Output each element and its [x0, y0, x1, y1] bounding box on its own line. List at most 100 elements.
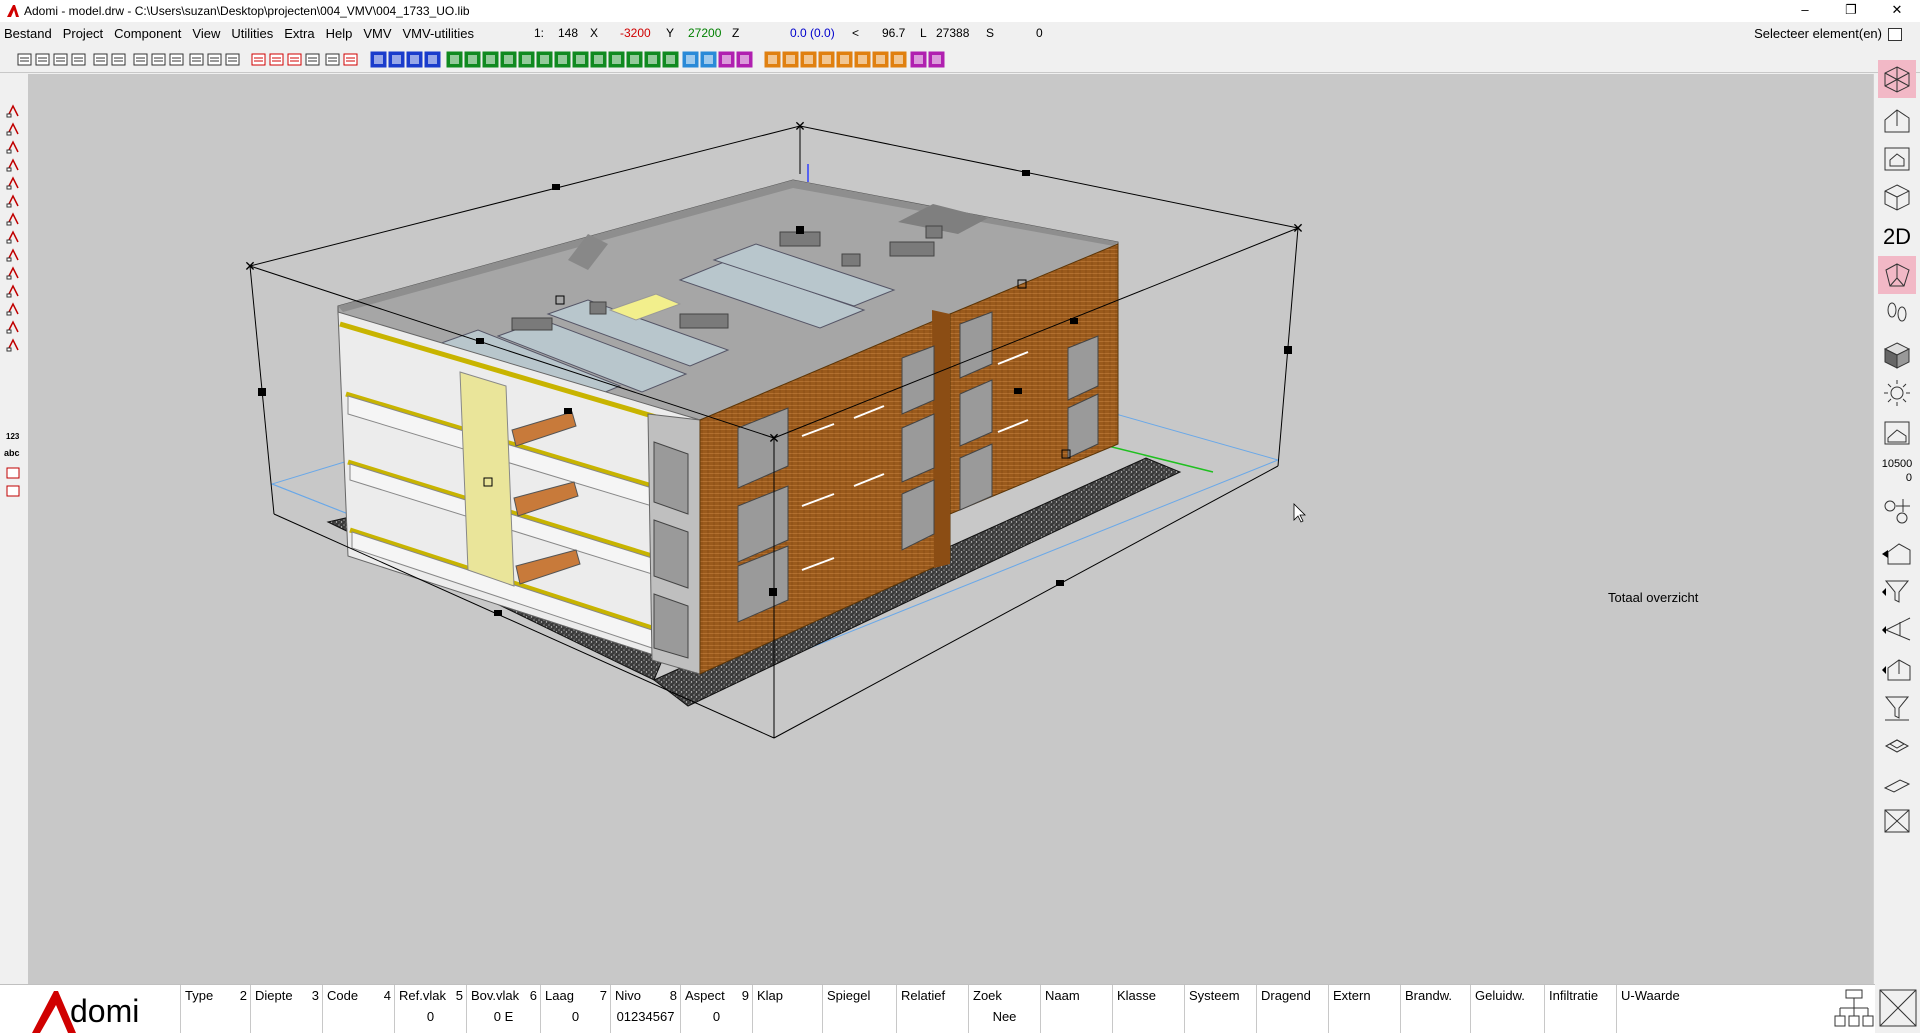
line-tool-icon[interactable] — [6, 122, 20, 136]
level-value[interactable]: 10500 — [1878, 458, 1916, 470]
cross2-tool-icon[interactable] — [890, 51, 907, 68]
status-field-naam[interactable]: Naam — [1040, 985, 1112, 1033]
rotate-icon[interactable] — [286, 51, 303, 68]
component-tool-icon[interactable] — [736, 51, 753, 68]
a-orange-tool-icon[interactable] — [800, 51, 817, 68]
angle-button[interactable] — [1878, 610, 1916, 648]
numbering-tool[interactable]: 123 — [6, 432, 19, 441]
m-tool-icon[interactable] — [370, 51, 387, 68]
slab-tool-icon[interactable] — [500, 51, 517, 68]
status-field-systeem[interactable]: Systeem — [1184, 985, 1256, 1033]
step-tool-icon[interactable] — [590, 51, 607, 68]
wireframe-toggle-icon[interactable] — [1878, 988, 1918, 1028]
view-perspective-button[interactable] — [1878, 256, 1916, 294]
rect-tool-icon[interactable] — [6, 194, 20, 208]
plane-button[interactable] — [1878, 764, 1916, 802]
a-tool-icon[interactable] — [424, 51, 441, 68]
h-tool-icon[interactable] — [662, 51, 679, 68]
house-view-button[interactable] — [1878, 650, 1916, 688]
hatch-tool-icon[interactable] — [718, 51, 735, 68]
text-tool[interactable]: abc — [4, 448, 20, 458]
kitchen-tool-icon[interactable] — [682, 51, 699, 68]
view-cube-axes-button[interactable] — [1878, 178, 1916, 216]
restore-button[interactable]: ❐ — [1828, 0, 1874, 22]
hatch-tool-icon[interactable] — [6, 284, 20, 298]
snap-icon[interactable] — [250, 51, 267, 68]
view-house-box-button[interactable] — [1878, 140, 1916, 178]
minimize-button[interactable]: – — [1782, 0, 1828, 22]
cross-view-button[interactable] — [1878, 802, 1916, 840]
walk-button[interactable] — [1878, 296, 1916, 334]
filter-button[interactable] — [1878, 572, 1916, 610]
menu-extra[interactable]: Extra — [284, 26, 314, 41]
menu-vmv-utilities[interactable]: VMV-utilities — [403, 26, 475, 41]
menu-utilities[interactable]: Utilities — [231, 26, 273, 41]
f-tool-icon[interactable] — [388, 51, 405, 68]
solid-view-button[interactable] — [1878, 336, 1916, 374]
grid-icon[interactable] — [324, 51, 341, 68]
dimension-tool-icon[interactable] — [6, 248, 20, 262]
status-field-infiltratie[interactable]: Infiltratie — [1544, 985, 1616, 1033]
menu-project[interactable]: Project — [63, 26, 103, 41]
blob-tool-icon[interactable] — [6, 320, 20, 334]
status-field-relatief[interactable]: Relatief — [896, 985, 968, 1033]
status-field-diepte[interactable]: Diepte 3 — [250, 985, 322, 1033]
status-field-type[interactable]: Type 2 — [180, 985, 250, 1033]
zoom-icon[interactable] — [268, 51, 285, 68]
sun-button[interactable] — [1878, 374, 1916, 412]
status-field-ref-vlak[interactable]: Ref.vlak 5 0 — [394, 985, 466, 1033]
frame-tool-icon[interactable] — [572, 51, 589, 68]
status-field-bov-vlak[interactable]: Bov.vlak 6 0 E — [466, 985, 540, 1033]
menu-vmv[interactable]: VMV — [363, 26, 391, 41]
cross-tool-icon[interactable] — [872, 51, 889, 68]
status-field-laag[interactable]: Laag 7 0 — [540, 985, 610, 1033]
open-file-icon[interactable] — [16, 51, 33, 68]
fill-tool-icon[interactable] — [6, 266, 20, 280]
roof-tool-icon[interactable] — [554, 51, 571, 68]
view-2d-button[interactable]: 2D — [1878, 218, 1916, 256]
view-house-button[interactable] — [1878, 102, 1916, 140]
status-field-dragend[interactable]: Dragend — [1256, 985, 1328, 1033]
curve-tool-icon[interactable] — [6, 212, 20, 226]
curve-tool-icon[interactable] — [854, 51, 871, 68]
menu-component[interactable]: Component — [114, 26, 181, 41]
help-tool-icon[interactable] — [910, 51, 927, 68]
stairs-tool-icon[interactable] — [406, 51, 423, 68]
status-field-brandw[interactable]: Brandw. — [1400, 985, 1470, 1033]
filter-view-button[interactable] — [1878, 534, 1916, 572]
status-field-spiegel[interactable]: Spiegel — [822, 985, 896, 1033]
group-tool-icon[interactable] — [6, 466, 20, 480]
status-field-klasse[interactable]: Klasse — [1112, 985, 1184, 1033]
view-3d-box-button[interactable] — [1878, 60, 1916, 98]
wall-tool-icon[interactable] — [446, 51, 463, 68]
status-field-u-waarde[interactable]: U-Waarde — [1616, 985, 1690, 1033]
stair-tool-icon[interactable] — [518, 51, 535, 68]
opening-tool-icon[interactable] — [536, 51, 553, 68]
copy-icon[interactable] — [150, 51, 167, 68]
marker-tool-icon[interactable] — [6, 338, 20, 352]
status-field-klap[interactable]: Klap — [752, 985, 822, 1033]
undo-icon[interactable] — [92, 51, 109, 68]
section-button[interactable] — [1878, 414, 1916, 452]
menu-help[interactable]: Help — [326, 26, 353, 41]
box-tool-icon[interactable] — [782, 51, 799, 68]
floor-tool-icon[interactable] — [482, 51, 499, 68]
print-icon[interactable] — [52, 51, 69, 68]
circle-tool-icon[interactable] — [6, 176, 20, 190]
selection-mode-label[interactable]: Selecteer element(en) — [1754, 26, 1882, 41]
pen-tool-icon[interactable] — [6, 230, 20, 244]
status-field-nivo[interactable]: Nivo 8 01234567 — [610, 985, 680, 1033]
hierarchy-icon[interactable] — [1834, 988, 1874, 1028]
measure-icon[interactable] — [188, 51, 205, 68]
beam-tool-icon[interactable] — [464, 51, 481, 68]
layers-icon[interactable] — [206, 51, 223, 68]
polyline-tool-icon[interactable] — [6, 140, 20, 154]
stack-icon[interactable] — [304, 51, 321, 68]
image-icon[interactable] — [224, 51, 241, 68]
building-3d-model[interactable]: ✕ ✕ ✕ ✕ — [28, 74, 1874, 986]
table-tool-icon[interactable] — [700, 51, 717, 68]
save-icon[interactable] — [34, 51, 51, 68]
status-field-zoek[interactable]: Zoek Nee — [968, 985, 1040, 1033]
funnel-filter-button[interactable] — [1878, 688, 1916, 726]
e-tool-icon[interactable] — [764, 51, 781, 68]
